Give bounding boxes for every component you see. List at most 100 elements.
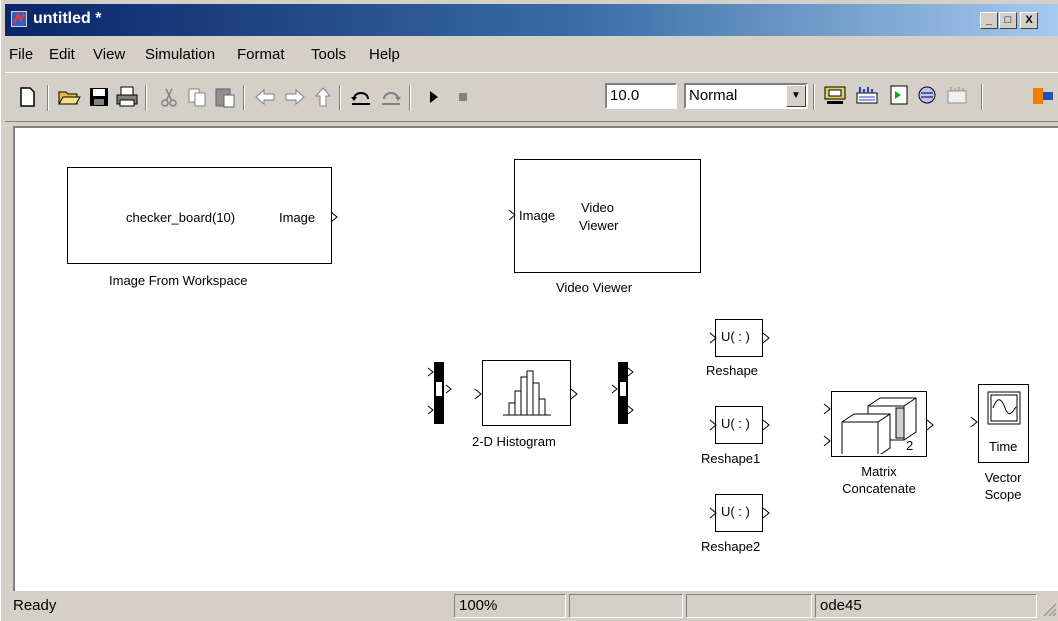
print-icon[interactable] [115,85,139,109]
chevron-down-icon[interactable]: ▼ [786,85,806,107]
block-name[interactable]: Reshape2 [701,539,760,554]
title-bar[interactable]: untitled * _ □ X [5,4,1058,36]
mux-ports-icon [427,367,452,415]
reshape-block[interactable]: U( : ) [709,319,770,357]
histogram-block[interactable] [474,360,578,426]
simulink-model-window: untitled * _ □ X File Edit View Simulati… [0,0,1058,621]
output-port-icon[interactable] [926,419,935,431]
block-name-line1[interactable]: Matrix [827,464,931,479]
toolbar-separator [47,85,49,111]
status-cell-empty [569,594,683,618]
block-dimension: 2 [906,438,914,453]
toolbar-separator [145,85,147,111]
window-title: untitled * [33,10,102,27]
cut-icon[interactable] [157,85,181,109]
close-button[interactable]: X [1020,12,1038,29]
copy-icon[interactable] [185,85,209,109]
status-bar: Ready 100% ode45 [1,591,1058,621]
scope-icon [987,391,1021,425]
block-content: U( : ) [721,504,750,519]
input-port-icon[interactable] [823,403,832,415]
minimize-button[interactable]: _ [980,12,998,29]
menu-view[interactable]: View [93,46,125,63]
input-port-icon[interactable] [970,416,979,428]
update-diagram-icon[interactable] [855,83,879,107]
toolbar-separator [981,84,983,110]
block-name[interactable]: 2-D Histogram [472,434,556,449]
block-name-line1[interactable]: Vector [973,470,1033,485]
resize-grip-icon[interactable] [1041,601,1057,617]
debug-icon[interactable] [945,83,969,107]
block-title-line1: Video [581,200,615,215]
paste-icon[interactable] [213,85,237,109]
status-text: Ready [13,597,57,614]
new-model-icon[interactable] [15,85,39,109]
forward-arrow-icon[interactable] [283,85,307,109]
menu-help[interactable]: Help [369,46,400,63]
input-port-icon[interactable] [709,419,718,431]
input-port-label: Image [519,208,556,223]
undo-icon[interactable] [349,85,373,109]
zoom-level: 100% [454,594,566,618]
block-name[interactable]: Video Viewer [556,280,632,295]
simulink-app-icon [11,11,27,27]
block-title-line2: Viewer [579,218,619,233]
model-explorer-icon[interactable] [887,83,911,107]
stop-simulation-icon[interactable] [451,85,475,109]
block-name[interactable]: Image From Workspace [109,273,247,288]
menu-tools[interactable]: Tools [311,46,346,63]
histogram-icon [503,370,551,416]
toolbar-separator [339,85,341,111]
library-browser-icon[interactable] [915,83,939,107]
redo-icon[interactable] [379,85,403,109]
input-port-icon[interactable] [709,507,718,519]
output-port-icon[interactable] [330,211,339,223]
simulation-mode-value: Normal [689,87,738,104]
mux-ports-icon [611,367,634,415]
maximize-button[interactable]: □ [999,12,1017,29]
build-icon[interactable] [823,83,847,107]
stop-time-input[interactable]: 10.0 [605,83,677,109]
block-content: U( : ) [721,329,750,344]
input-port-icon[interactable] [709,332,718,344]
up-arrow-icon[interactable] [311,85,335,109]
block-content: U( : ) [721,416,750,431]
back-arrow-icon[interactable] [253,85,277,109]
output-port-icon[interactable] [762,332,771,344]
block-content: checker_board(10) [126,210,236,225]
signal-icon[interactable] [1031,84,1055,108]
matrix-concatenate-block[interactable]: 2 [823,391,934,457]
menu-format[interactable]: Format [237,46,285,63]
block-name[interactable]: Reshape [706,363,758,378]
input-port-icon[interactable] [823,435,832,447]
block-name[interactable]: Reshape1 [701,451,760,466]
block-name-line2[interactable]: Concatenate [827,481,931,496]
reshape2-block[interactable]: U( : ) [709,494,770,532]
output-port-icon[interactable] [570,388,579,400]
vector-scope-block[interactable]: Time [970,384,1029,463]
block-name-line2[interactable]: Scope [973,487,1033,502]
video-viewer-block[interactable]: Image Video Viewer [508,159,701,273]
output-port-label: Image [279,210,316,225]
menu-file[interactable]: File [9,46,33,63]
menu-simulation[interactable]: Simulation [145,46,215,63]
model-canvas[interactable]: checker_board(10) Image Image From Works… [13,126,1058,591]
input-port-icon[interactable] [474,388,483,400]
status-cell-empty [686,594,812,618]
save-icon[interactable] [87,85,111,109]
menu-edit[interactable]: Edit [49,46,75,63]
solver-name: ode45 [815,594,1037,618]
start-simulation-icon[interactable] [421,85,445,109]
image-from-workspace-block[interactable]: checker_board(10) Image [67,167,338,264]
simulation-mode-select[interactable]: Normal ▼ [684,83,808,109]
input-port-icon[interactable] [508,209,517,221]
output-port-icon[interactable] [762,507,771,519]
toolbar-separator [409,85,411,111]
reshape1-block[interactable]: U( : ) [709,406,770,444]
menu-bar: File Edit View Simulation Format Tools H… [5,40,1058,68]
scope-domain: Time [989,439,1018,454]
output-port-icon[interactable] [762,419,771,431]
toolbar-separator [243,85,245,111]
open-folder-icon[interactable] [57,85,81,109]
toolbar-separator [813,84,815,110]
